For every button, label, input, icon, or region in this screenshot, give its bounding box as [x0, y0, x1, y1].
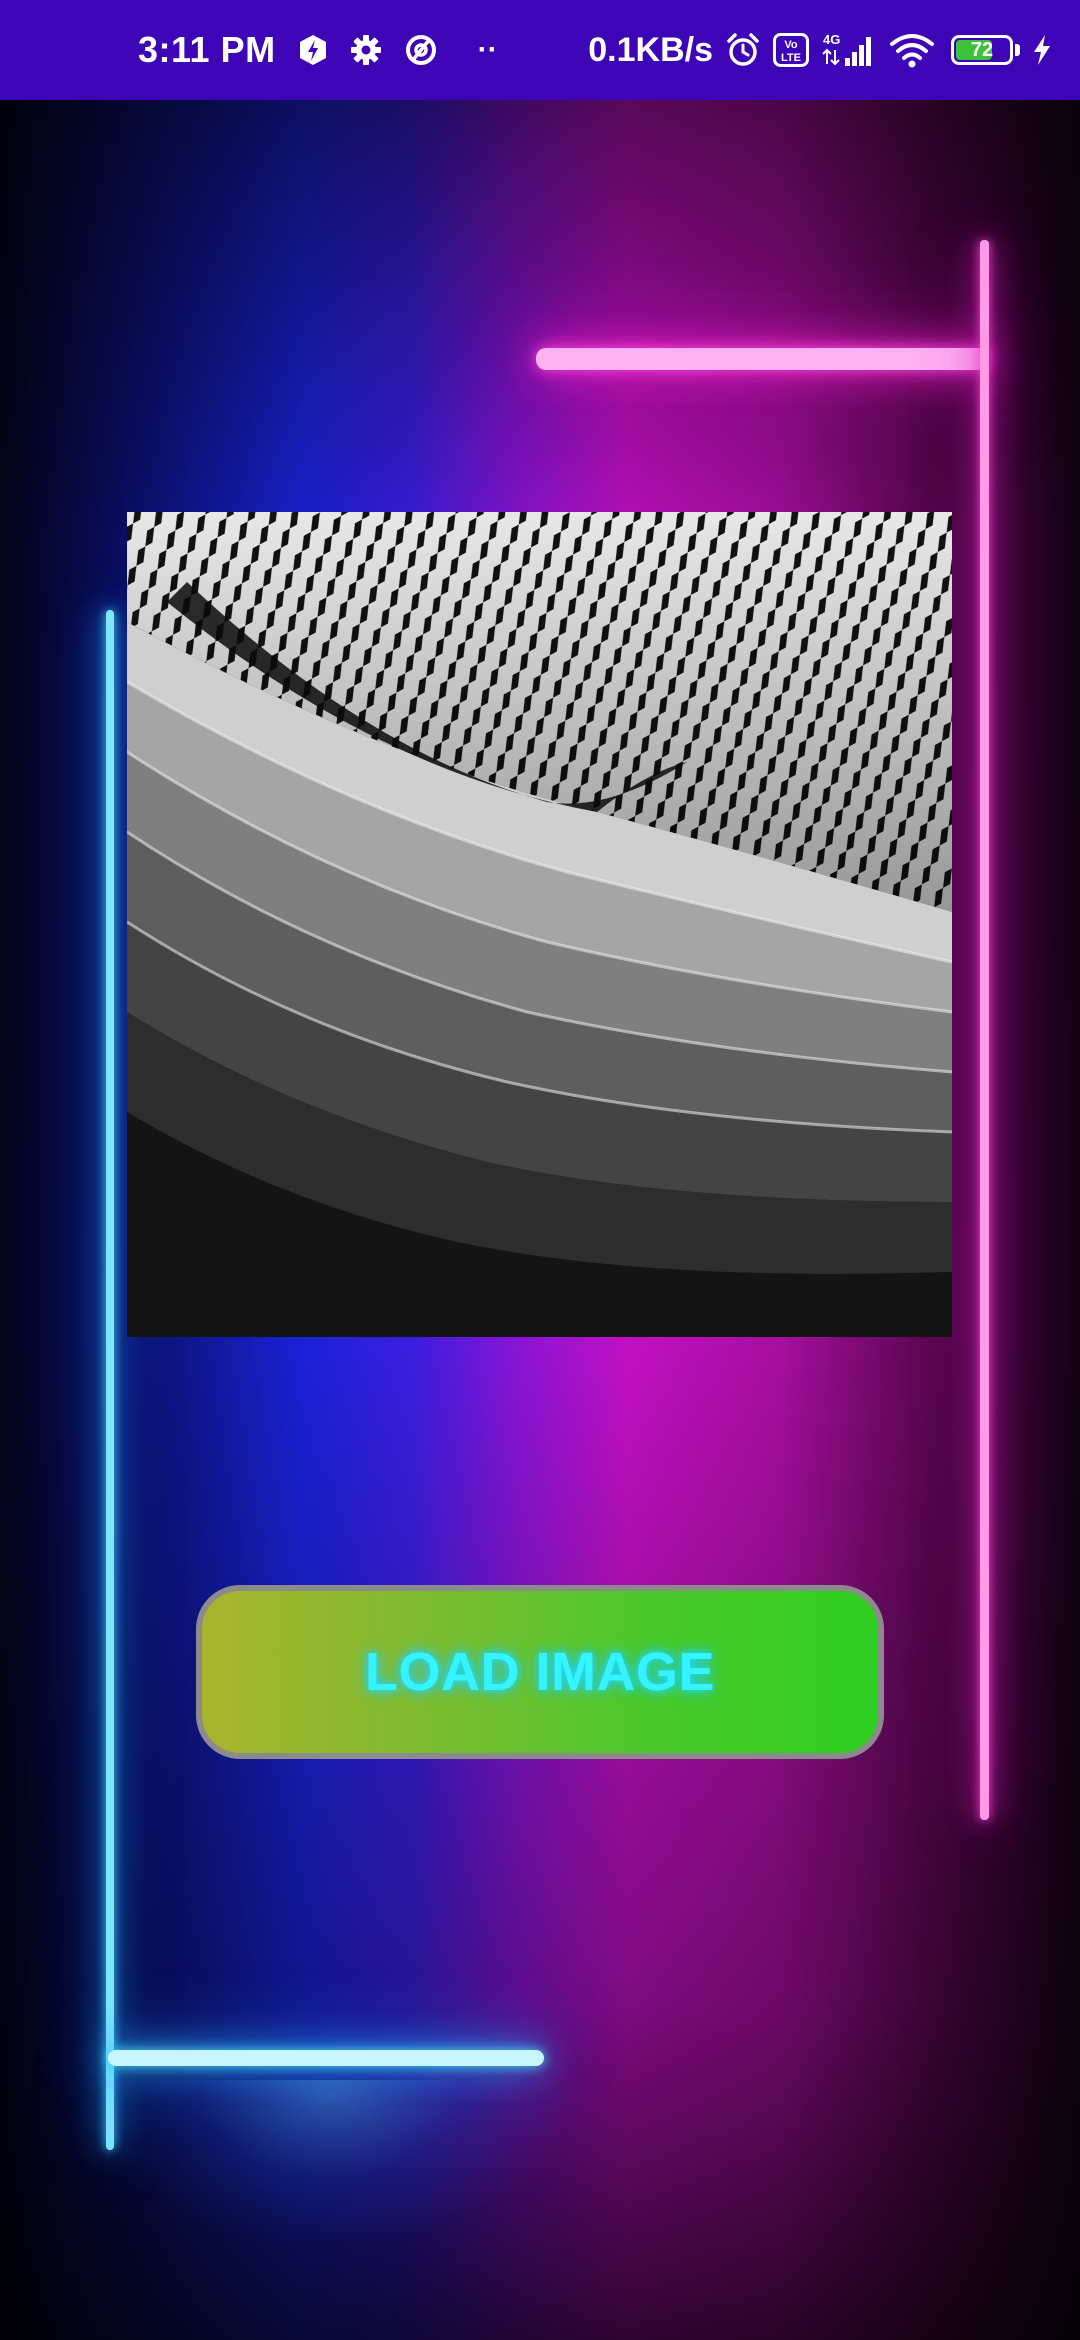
neon-pink-vertical-line — [980, 240, 989, 1820]
gear-icon — [350, 34, 382, 66]
status-bar-right: 0.1KB/s Vo LTE 4G 72 — [588, 0, 1052, 100]
alarm-icon — [725, 32, 761, 68]
load-image-button[interactable]: LOAD IMAGE — [196, 1585, 884, 1759]
load-image-button-label: LOAD IMAGE — [365, 1642, 715, 1702]
status-bar-left: 3:11 PM ·· — [138, 0, 498, 100]
app-screen: 3:11 PM ·· 0.1KB/s Vo LTE 4G 72 LOAD IMA… — [0, 0, 1080, 2340]
wifi-icon — [889, 32, 935, 68]
svg-text:LTE: LTE — [781, 52, 801, 64]
more-dots-icon: ·· — [477, 33, 498, 66]
neon-blue-vertical-line — [106, 610, 114, 2150]
bolt-badge-icon — [298, 34, 328, 66]
charging-icon — [1032, 34, 1052, 66]
svg-text:4G: 4G — [823, 32, 840, 47]
status-bar: 3:11 PM ·· 0.1KB/s Vo LTE 4G 72 — [0, 0, 1080, 100]
at-sign-icon — [404, 33, 438, 67]
signal-icon: 4G — [821, 32, 877, 68]
neon-pink-horizontal-line — [536, 348, 988, 370]
loaded-image — [127, 512, 952, 1337]
abstract-architecture-image — [127, 512, 952, 1337]
status-time: 3:11 PM — [138, 29, 276, 70]
battery-icon: 72 — [951, 35, 1013, 65]
svg-text:Vo: Vo — [784, 39, 798, 51]
network-speed: 0.1KB/s — [588, 30, 713, 69]
neon-blue-horizontal-line — [108, 2050, 544, 2066]
battery-tip — [1015, 44, 1020, 56]
neon-reflection-glow — [100, 2080, 560, 2240]
battery-level: 72 — [970, 38, 994, 61]
volte-icon: Vo LTE — [773, 33, 809, 67]
